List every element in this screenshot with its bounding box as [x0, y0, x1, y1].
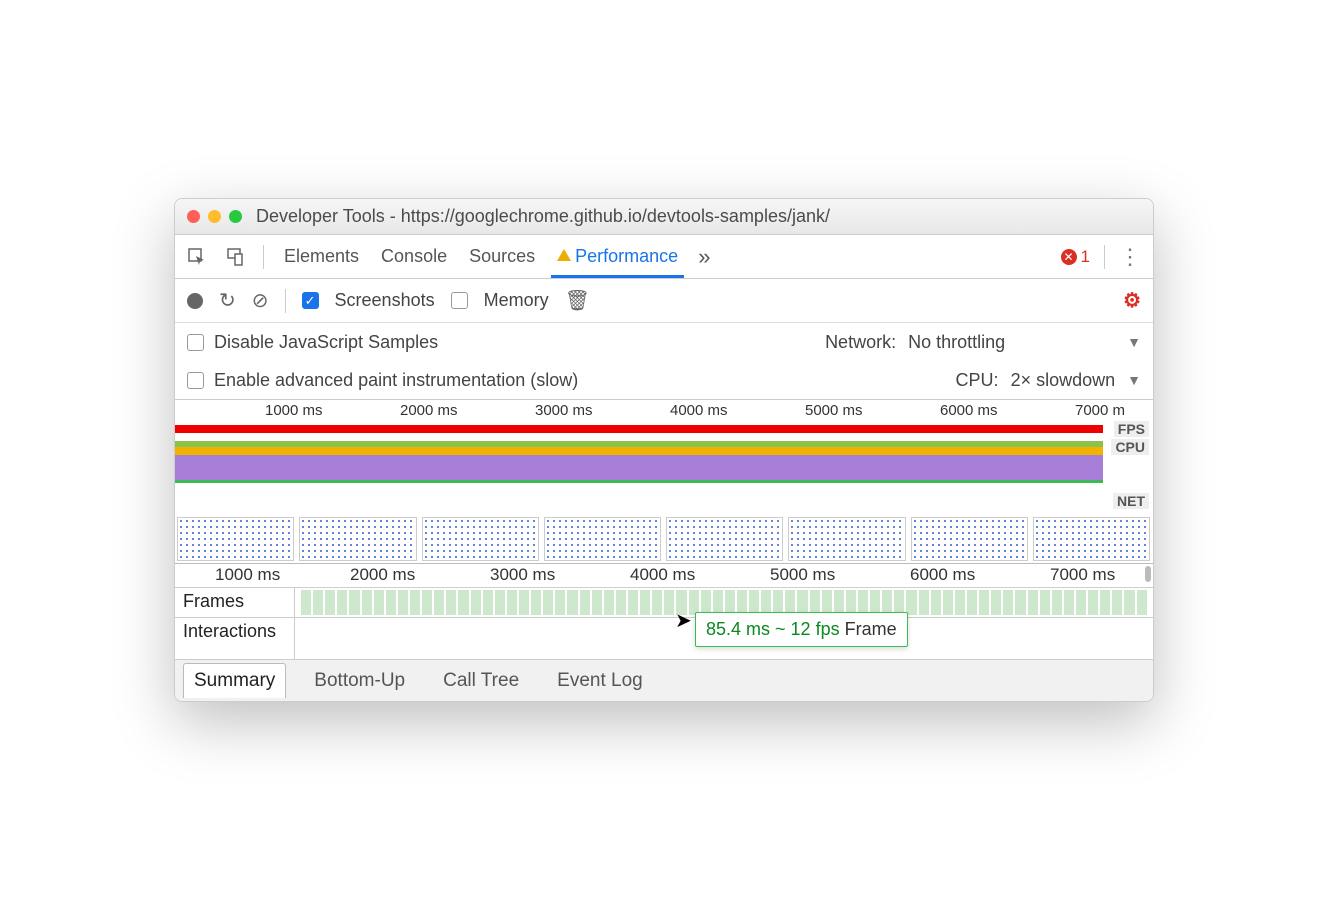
ruler-tick: 6000 ms [940, 402, 998, 419]
ruler-tick: 4000 ms [630, 565, 695, 585]
error-icon: ✕ [1061, 249, 1077, 265]
zoom-window-button[interactable] [229, 210, 242, 223]
frames-track: Frames ➤ 85.4 ms ~ 12 fps Frame [175, 587, 1153, 617]
network-throttle-value: No throttling [908, 332, 1005, 352]
ruler-tick: 4000 ms [670, 402, 728, 419]
screenshot-thumbnail[interactable] [297, 515, 419, 563]
divider [263, 245, 264, 269]
ruler-tick: 5000 ms [770, 565, 835, 585]
memory-label: Memory [484, 290, 549, 311]
enable-paint-checkbox[interactable] [187, 372, 204, 389]
warning-icon [557, 249, 571, 261]
ruler-tick: 7000 ms [1050, 565, 1115, 585]
memory-checkbox[interactable] [451, 292, 468, 309]
details-tab-call-tree[interactable]: Call Tree [433, 664, 529, 698]
disable-js-samples-label: Disable JavaScript Samples [214, 332, 438, 353]
cpu-lane-label: CPU [1111, 439, 1149, 455]
flame-chart-ruler[interactable]: 1000 ms 2000 ms 3000 ms 4000 ms 5000 ms … [175, 563, 1153, 587]
ruler-tick: 5000 ms [805, 402, 863, 419]
devtools-tabbar: Elements Console Sources Performance » ✕… [175, 235, 1153, 279]
screenshot-thumbnail[interactable] [175, 515, 297, 563]
interactions-track-label[interactable]: Interactions [175, 618, 295, 659]
tabs-overflow-button[interactable]: » [698, 244, 710, 270]
interactions-track-body[interactable] [295, 618, 1153, 659]
ruler-tick: 2000 ms [400, 402, 458, 419]
tab-console[interactable]: Console [379, 236, 449, 277]
ruler-tick: 2000 ms [350, 565, 415, 585]
divider [285, 289, 286, 313]
minimize-window-button[interactable] [208, 210, 221, 223]
network-label: Network: [825, 332, 896, 353]
screenshot-thumbnail[interactable] [786, 515, 908, 563]
ruler-tick: 3000 ms [535, 402, 593, 419]
details-tab-summary[interactable]: Summary [183, 663, 286, 698]
fps-bar [175, 425, 1103, 433]
ruler-tick: 3000 ms [490, 565, 555, 585]
garbage-collect-button[interactable]: 🗑 [565, 288, 590, 313]
tab-sources[interactable]: Sources [467, 236, 537, 277]
capture-settings-row-2: Enable advanced paint instrumentation (s… [175, 361, 1153, 399]
cpu-throttle-value: 2× slowdown [1011, 370, 1116, 390]
screenshot-thumbnail[interactable] [909, 515, 1031, 563]
performance-toolbar: ↻ ⊘ ✓ Screenshots Memory 🗑 ⚙ [175, 279, 1153, 323]
screenshot-thumbnail[interactable] [542, 515, 664, 563]
devtools-window: Developer Tools - https://googlechrome.g… [174, 198, 1154, 702]
screenshot-thumbnail[interactable] [420, 515, 542, 563]
net-overview-lane[interactable]: NET [175, 493, 1153, 515]
tab-performance-label: Performance [575, 246, 678, 266]
enable-paint-label: Enable advanced paint instrumentation (s… [214, 370, 578, 391]
cpu-overview-lane[interactable]: CPU [175, 439, 1153, 493]
capture-settings-row-1: Disable JavaScript Samples Network: No t… [175, 323, 1153, 361]
ruler-tick: 6000 ms [910, 565, 975, 585]
tab-elements[interactable]: Elements [282, 236, 361, 277]
screenshot-thumbnail[interactable] [664, 515, 786, 563]
details-tabbar: Summary Bottom-Up Call Tree Event Log [175, 659, 1153, 701]
chevron-down-icon: ▼ [1127, 334, 1141, 350]
chevron-down-icon: ▼ [1127, 372, 1141, 388]
cpu-throttle-select[interactable]: 2× slowdown [1011, 370, 1116, 391]
fps-overview-lane[interactable]: FPS [175, 421, 1153, 439]
ruler-tick: 1000 ms [265, 402, 323, 419]
screenshots-checkbox[interactable]: ✓ [302, 292, 319, 309]
window-titlebar: Developer Tools - https://googlechrome.g… [175, 199, 1153, 235]
disable-js-samples-checkbox[interactable] [187, 334, 204, 351]
scrollbar-thumb[interactable] [1145, 566, 1151, 582]
interactions-track: Interactions [175, 617, 1153, 659]
screenshot-filmstrip[interactable] [175, 515, 1153, 563]
details-tab-event-log[interactable]: Event Log [547, 664, 653, 698]
reload-record-button[interactable]: ↻ [219, 288, 236, 313]
window-title: Developer Tools - https://googlechrome.g… [256, 206, 830, 227]
frames-track-body[interactable]: ➤ 85.4 ms ~ 12 fps Frame [295, 588, 1153, 617]
inspect-element-icon[interactable] [187, 247, 207, 267]
overview-time-ruler[interactable]: 1000 ms 2000 ms 3000 ms 4000 ms 5000 ms … [175, 399, 1153, 421]
divider [1104, 245, 1105, 269]
error-count: 1 [1081, 247, 1090, 267]
device-toolbar-icon[interactable] [225, 247, 245, 267]
cpu-rendering [175, 455, 1103, 483]
ruler-tick: 1000 ms [215, 565, 280, 585]
capture-settings-button[interactable]: ⚙ [1123, 288, 1141, 313]
screenshots-label: Screenshots [335, 290, 435, 311]
cpu-label: CPU: [956, 370, 999, 391]
traffic-lights [187, 210, 242, 223]
ruler-tick: 7000 m [1075, 402, 1125, 419]
screenshot-thumbnail[interactable] [1031, 515, 1153, 563]
error-counter[interactable]: ✕ 1 [1061, 247, 1090, 267]
network-throttle-select[interactable]: No throttling [908, 332, 1005, 353]
clear-button[interactable]: ⊘ [252, 288, 269, 313]
fps-lane-label: FPS [1114, 421, 1149, 437]
record-button[interactable] [187, 293, 203, 309]
net-lane-label: NET [1113, 493, 1149, 509]
devtools-menu-button[interactable]: ⋮ [1119, 244, 1141, 270]
close-window-button[interactable] [187, 210, 200, 223]
frames-track-label[interactable]: Frames [175, 588, 295, 617]
tab-performance[interactable]: Performance [555, 236, 680, 277]
details-tab-bottom-up[interactable]: Bottom-Up [304, 664, 415, 698]
